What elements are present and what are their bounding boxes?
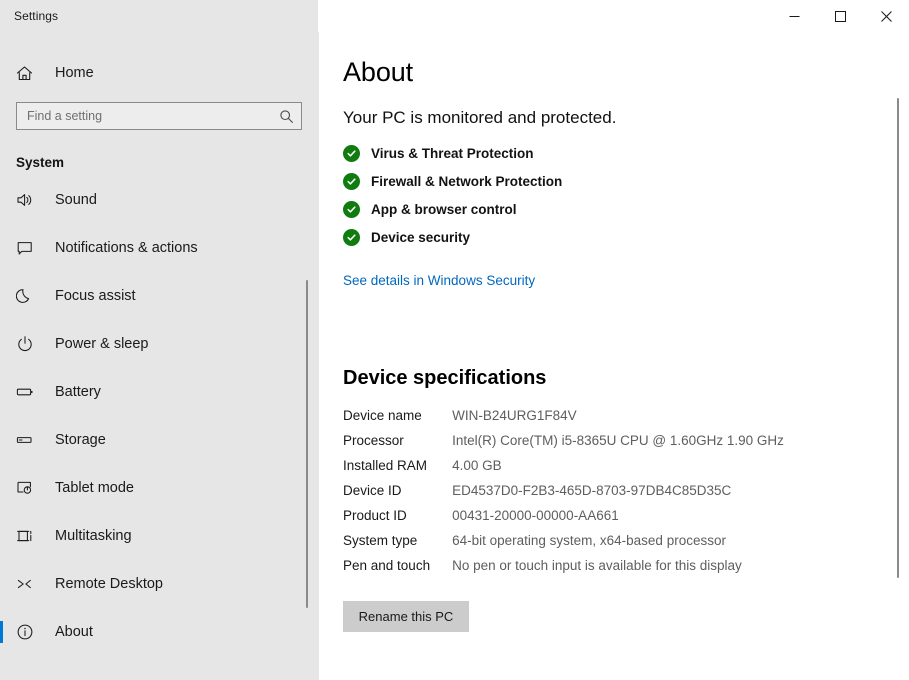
sidebar-group-title: System xyxy=(16,155,65,170)
window-controls xyxy=(318,0,909,32)
spec-label: Processor xyxy=(343,433,404,448)
sidebar-item-label: Remote Desktop xyxy=(55,576,163,592)
table-row: Product ID 00431-20000-00000-AA661 xyxy=(343,507,784,532)
main-content: About Your PC is monitored and protected… xyxy=(319,32,909,680)
sidebar-item-label: Focus assist xyxy=(55,288,136,304)
sidebar-item-label: About xyxy=(55,624,93,640)
moon-icon xyxy=(16,287,42,305)
sidebar-item-label: Battery xyxy=(55,384,101,400)
main-scrollbar-thumb[interactable] xyxy=(897,98,899,578)
sidebar-item-tablet-mode[interactable]: Tablet mode xyxy=(0,464,318,512)
maximize-button[interactable] xyxy=(817,0,863,32)
window-title: Settings xyxy=(14,9,59,23)
windows-security-details-link[interactable]: See details in Windows Security xyxy=(343,273,535,288)
spec-label: System type xyxy=(343,533,418,548)
main-scrollbar[interactable] xyxy=(893,32,903,680)
info-icon xyxy=(16,623,42,641)
device-specifications-heading: Device specifications xyxy=(343,367,547,389)
minimize-button[interactable] xyxy=(771,0,817,32)
sidebar-item-label: Notifications & actions xyxy=(55,240,198,256)
check-circle-icon xyxy=(343,145,360,162)
security-status-item: Virus & Threat Protection xyxy=(343,145,909,162)
sidebar-item-about[interactable]: About xyxy=(0,608,318,656)
sidebar-item-sound[interactable]: Sound xyxy=(0,176,318,224)
security-status-label: App & browser control xyxy=(371,202,517,217)
spec-value: 00431-20000-00000-AA661 xyxy=(452,508,619,523)
security-status-item: App & browser control xyxy=(343,201,909,218)
security-status-label: Device security xyxy=(371,230,471,245)
security-status-label: Virus & Threat Protection xyxy=(371,146,534,161)
settings-window: Settings Home Find a setting System Soun… xyxy=(0,0,909,680)
spec-value: ED4537D0-F2B3-465D-8703-97DB4C85D35C xyxy=(452,483,732,498)
sidebar-item-label: Multitasking xyxy=(55,528,132,544)
content-row: Home System xyxy=(0,32,909,680)
sidebar-scrollbar[interactable] xyxy=(302,32,312,680)
spec-label: Device name xyxy=(343,408,422,423)
sidebar-item-remote-desktop[interactable]: Remote Desktop xyxy=(0,560,318,608)
check-circle-icon xyxy=(343,229,360,246)
table-row: Installed RAM 4.00 GB xyxy=(343,457,784,482)
check-circle-icon xyxy=(343,201,360,218)
rename-this-pc-button[interactable]: Rename this PC xyxy=(343,601,469,632)
security-status-list: Virus & Threat Protection Firewall & Net… xyxy=(343,145,909,246)
sidebar-item-multitasking[interactable]: Multitasking xyxy=(0,512,318,560)
remote-desktop-icon xyxy=(16,575,42,593)
table-row: Processor Intel(R) Core(TM) i5-8365U CPU… xyxy=(343,432,784,457)
sidebar: Home System xyxy=(0,32,318,680)
table-row: Device name WIN-B24URG1F84V xyxy=(343,407,784,432)
speaker-icon xyxy=(16,191,42,209)
tablet-icon xyxy=(16,479,42,497)
battery-icon xyxy=(16,383,42,401)
spec-value: 64-bit operating system, x64-based proce… xyxy=(452,533,726,548)
security-status-item: Firewall & Network Protection xyxy=(343,173,909,190)
sidebar-item-focus-assist[interactable]: Focus assist xyxy=(0,272,318,320)
search-icon[interactable] xyxy=(279,109,294,124)
sidebar-item-label: Tablet mode xyxy=(55,480,134,496)
sidebar-item-power-sleep[interactable]: Power & sleep xyxy=(0,320,318,368)
sidebar-item-label: Storage xyxy=(55,432,106,448)
sidebar-nav-list: Sound Notifications & actions Focus assi… xyxy=(0,176,318,656)
spec-label: Installed RAM xyxy=(343,458,428,473)
search-container xyxy=(16,102,302,130)
search-input[interactable] xyxy=(27,109,279,123)
spec-label: Product ID xyxy=(343,508,407,523)
close-button[interactable] xyxy=(863,0,909,32)
sidebar-item-battery[interactable]: Battery xyxy=(0,368,318,416)
table-row: Device ID ED4537D0-F2B3-465D-8703-97DB4C… xyxy=(343,482,784,507)
sidebar-item-storage[interactable]: Storage xyxy=(0,416,318,464)
search-box[interactable] xyxy=(16,102,302,130)
multitasking-icon xyxy=(16,527,42,545)
sidebar-item-label: Sound xyxy=(55,192,97,208)
storage-icon xyxy=(16,431,42,449)
security-status-item: Device security xyxy=(343,229,909,246)
sidebar-scrollbar-thumb[interactable] xyxy=(306,280,308,608)
power-icon xyxy=(16,335,42,353)
page-title: About xyxy=(343,57,414,87)
check-circle-icon xyxy=(343,173,360,190)
table-row: System type 64-bit operating system, x64… xyxy=(343,532,784,557)
spec-value: 4.00 GB xyxy=(452,458,502,473)
notification-icon xyxy=(16,239,42,257)
sidebar-item-notifications-actions[interactable]: Notifications & actions xyxy=(0,224,318,272)
device-specifications-table: Device name WIN-B24URG1F84V Processor In… xyxy=(343,407,784,582)
protection-subtitle: Your PC is monitored and protected. xyxy=(343,108,617,127)
sidebar-item-home[interactable]: Home xyxy=(0,53,318,93)
spec-label: Device ID xyxy=(343,483,402,498)
sidebar-home-label: Home xyxy=(55,65,94,81)
table-row: Pen and touch No pen or touch input is a… xyxy=(343,557,784,582)
title-bar-left: Settings xyxy=(0,0,318,32)
title-bar: Settings xyxy=(0,0,909,32)
home-icon xyxy=(16,65,42,82)
sidebar-item-label: Power & sleep xyxy=(55,336,149,352)
spec-label: Pen and touch xyxy=(343,558,431,573)
spec-value: Intel(R) Core(TM) i5-8365U CPU @ 1.60GHz… xyxy=(452,433,784,448)
spec-value: No pen or touch input is available for t… xyxy=(452,558,742,573)
security-status-label: Firewall & Network Protection xyxy=(371,174,563,189)
spec-value: WIN-B24URG1F84V xyxy=(452,408,577,423)
